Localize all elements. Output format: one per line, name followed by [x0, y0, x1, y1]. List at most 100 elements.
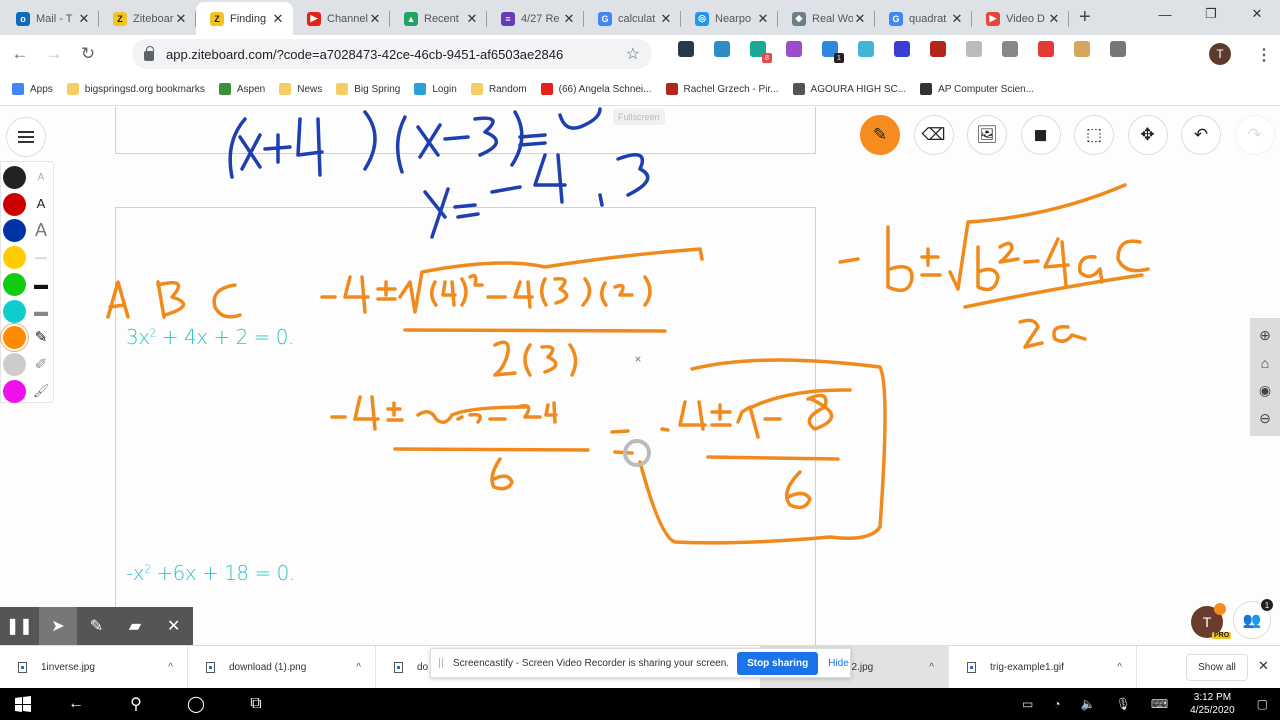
- bookmark-item[interactable]: AGOURA HIGH SC...: [792, 83, 906, 95]
- new-tab-button[interactable]: +: [1079, 6, 1091, 29]
- select-area-button[interactable]: ⬚: [1074, 115, 1114, 155]
- highlighter-icon[interactable]: ✐: [31, 354, 51, 374]
- browser-tab[interactable]: ▲ Recent ✕: [390, 2, 487, 35]
- bookmark-item[interactable]: Login: [414, 83, 457, 95]
- cortana-icon[interactable]: ◯: [166, 688, 226, 720]
- text-small-icon[interactable]: A: [31, 167, 51, 187]
- ext-c-icon[interactable]: [894, 41, 910, 57]
- bookmark-item[interactable]: Apps: [12, 83, 53, 95]
- redo-button[interactable]: ↷: [1234, 115, 1275, 155]
- text-medium-icon[interactable]: A: [31, 194, 51, 214]
- browser-tab[interactable]: ▶ Channel ✕: [293, 2, 390, 35]
- volume-icon[interactable]: 🔈: [1081, 697, 1096, 711]
- close-tab-icon[interactable]: ✕: [562, 11, 576, 27]
- bookmark-item[interactable]: Random: [470, 83, 527, 95]
- download-item[interactable]: download (1).png ^: [188, 645, 376, 689]
- search-taskbar-icon[interactable]: ⚲: [106, 688, 166, 720]
- address-bar[interactable]: app.ziteboard.com/?code=a7028473-42ce-46…: [132, 39, 652, 69]
- browser-tab[interactable]: ≡ 4/27 Re ✕: [487, 2, 584, 35]
- bookmark-item[interactable]: AP Computer Scien...: [920, 83, 1034, 95]
- stop-sharing-button[interactable]: Stop sharing: [737, 651, 819, 675]
- download-options-chevron[interactable]: ^: [929, 662, 934, 673]
- color-swatch[interactable]: [3, 246, 26, 270]
- close-tab-icon[interactable]: ✕: [368, 11, 382, 27]
- sticky-note-button[interactable]: ◼: [1020, 115, 1061, 155]
- close-tab-icon[interactable]: ✕: [271, 11, 285, 27]
- close-tab-icon[interactable]: ✕: [77, 11, 91, 27]
- download-options-chevron[interactable]: ^: [168, 662, 173, 673]
- close-icon[interactable]: ✕: [154, 607, 193, 645]
- close-tab-icon[interactable]: ✕: [950, 11, 964, 27]
- browser-tab[interactable]: ▶ Video D ✕: [972, 2, 1069, 35]
- browser-tab[interactable]: ◎ Nearpo ✕: [681, 2, 778, 35]
- chrome-menu-icon[interactable]: ⋮: [1256, 45, 1272, 65]
- line-medium-icon[interactable]: ▬: [31, 274, 51, 294]
- line-thin-icon[interactable]: —: [31, 247, 51, 267]
- download-item[interactable]: 1inverse.jpg ^: [0, 645, 188, 689]
- ext-palette-icon[interactable]: [1074, 41, 1090, 57]
- drag-handle-icon[interactable]: [439, 658, 443, 668]
- maximize-button[interactable]: ❐: [1188, 0, 1234, 28]
- browser-tab[interactable]: Gquadrat ✕: [875, 2, 972, 35]
- close-tab-icon[interactable]: ✕: [853, 11, 867, 27]
- ext-edge-icon[interactable]: [714, 41, 730, 57]
- url-text[interactable]: app.ziteboard.com/?code=a7028473-42ce-46…: [166, 47, 563, 62]
- browser-tab[interactable]: ◆ Real Wo ✕: [778, 2, 875, 35]
- forward-button[interactable]: →: [40, 40, 68, 68]
- zoom-out-icon[interactable]: ⊖: [1259, 410, 1271, 427]
- color-swatch[interactable]: [3, 326, 26, 350]
- close-tab-icon[interactable]: ✕: [756, 11, 770, 27]
- color-swatch[interactable]: [3, 192, 26, 216]
- ext-grid-icon[interactable]: [1110, 41, 1126, 57]
- battery-icon[interactable]: ▭: [1022, 697, 1033, 711]
- color-swatch[interactable]: [3, 272, 26, 296]
- download-options-chevron[interactable]: ^: [356, 662, 361, 673]
- minimize-button[interactable]: —: [1142, 0, 1188, 28]
- image-tool-button[interactable]: 🖼: [967, 115, 1007, 155]
- home-icon[interactable]: ⌂: [1261, 355, 1269, 371]
- ext-ghost-icon[interactable]: 1: [822, 41, 844, 63]
- ext-apple-icon[interactable]: [1002, 41, 1018, 57]
- download-options-chevron[interactable]: ^: [1117, 662, 1122, 673]
- hide-notice-button[interactable]: Hide: [828, 658, 849, 669]
- text-large-icon[interactable]: A: [31, 220, 51, 240]
- undo-button[interactable]: ↶: [1181, 115, 1221, 155]
- color-swatch[interactable]: [3, 166, 26, 189]
- download-item[interactable]: trig-example1.gif ^: [949, 645, 1137, 689]
- line-thick-icon[interactable]: ▬: [31, 301, 51, 321]
- pause-icon[interactable]: ❚❚: [0, 607, 39, 645]
- bookmark-item[interactable]: bigspringsd.org bookmarks: [66, 83, 205, 95]
- browser-tab[interactable]: Z Finding ✕: [196, 2, 293, 35]
- ext-record-icon[interactable]: [1038, 41, 1054, 57]
- close-tab-icon[interactable]: ✕: [659, 11, 673, 27]
- browser-tab[interactable]: Z Ziteboar ✕: [99, 2, 196, 35]
- ext-gray-icon[interactable]: [966, 41, 982, 57]
- close-window-button[interactable]: ✕: [1234, 0, 1280, 28]
- wifi-icon[interactable]: ◔: [1053, 697, 1060, 711]
- show-all-downloads-button[interactable]: Show all: [1186, 654, 1248, 681]
- ext-puzzle-icon[interactable]: [786, 41, 802, 57]
- keyboard-icon[interactable]: ⌨: [1151, 697, 1168, 711]
- pen-icon[interactable]: ✎: [31, 327, 51, 347]
- fullscreen-button[interactable]: Fullscreen: [613, 109, 665, 125]
- browser-tab[interactable]: Gcalculat ✕: [584, 2, 681, 35]
- center-icon[interactable]: ◉: [1259, 382, 1271, 399]
- microphone-icon[interactable]: 🎙: [1116, 697, 1131, 711]
- ext-tldr-icon[interactable]: [858, 41, 874, 57]
- color-swatch[interactable]: [3, 352, 26, 376]
- close-tab-icon[interactable]: ✕: [465, 11, 479, 27]
- color-swatch[interactable]: [3, 379, 26, 403]
- browser-tab[interactable]: o Mail - T ✕: [2, 2, 99, 35]
- eraser-tool-button[interactable]: ⌫: [913, 115, 954, 155]
- reload-button[interactable]: ↻: [74, 40, 102, 68]
- pan-tool-button[interactable]: ✥: [1127, 115, 1168, 155]
- close-tab-icon[interactable]: ✕: [174, 11, 188, 27]
- close-tab-icon[interactable]: ✕: [1047, 11, 1061, 27]
- task-view-icon[interactable]: ⧉: [226, 688, 286, 720]
- ext-dark-icon[interactable]: [678, 41, 694, 57]
- back-taskbar-icon[interactable]: ←: [46, 688, 106, 720]
- bookmark-item[interactable]: Big Spring: [336, 83, 400, 95]
- bookmark-star-icon[interactable]: ☆: [626, 44, 640, 64]
- eraser-icon[interactable]: ▰: [116, 607, 155, 645]
- bookmark-item[interactable]: (66) Angela Schnei...: [540, 83, 652, 95]
